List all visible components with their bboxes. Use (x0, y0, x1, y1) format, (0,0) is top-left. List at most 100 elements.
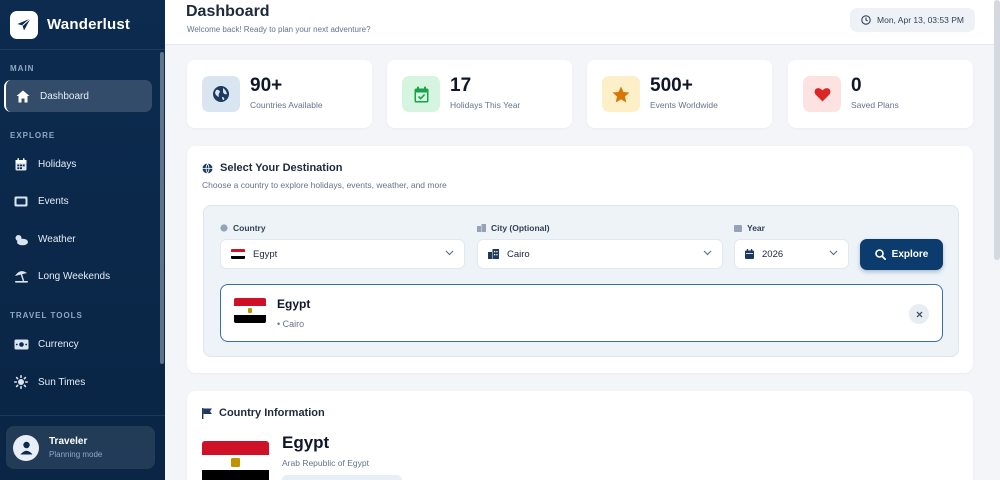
year-select[interactable]: 2026 (734, 239, 849, 269)
destination-title: Select Your Destination (202, 162, 342, 174)
destination-subtitle: Choose a country to explore holidays, ev… (202, 180, 447, 190)
sidebar-item-label: Long Weekends (38, 270, 111, 282)
cloud-sun-icon (13, 233, 29, 246)
stat-label: Saved Plans (851, 100, 899, 110)
destination-filter-panel: Country Egypt City (Optional) Cairo Year… (203, 205, 959, 357)
star-icon (602, 76, 640, 112)
sidebar-item-weather[interactable]: Weather (4, 223, 152, 255)
calendar-check-icon (402, 76, 440, 112)
city-label: City (Optional) (477, 223, 550, 233)
country-label-text: Country (233, 223, 266, 233)
search-icon (874, 249, 886, 260)
page-title: Dashboard (186, 3, 270, 20)
sun-icon (13, 375, 29, 389)
money-icon (13, 339, 29, 350)
year-label-text: Year (747, 223, 765, 233)
clear-selection-button[interactable] (909, 304, 929, 324)
chevron-down-icon (703, 250, 712, 256)
datetime-badge: Mon, Apr 13, 03:53 PM (850, 8, 975, 32)
globe-icon (202, 162, 213, 174)
sidebar-item-sun-times[interactable]: Sun Times (4, 366, 152, 398)
sidebar-scrollbar[interactable] (160, 52, 164, 364)
sidebar-item-long-weekends[interactable]: Long Weekends (4, 260, 152, 292)
city-select-value: Cairo (507, 248, 530, 260)
ticket-icon (13, 196, 29, 207)
city-icon (477, 224, 486, 232)
egypt-flag-icon (231, 249, 245, 259)
stat-value: 500+ (650, 75, 693, 96)
country-official-name: Arab Republic of Egypt (282, 458, 369, 468)
clock-icon (861, 15, 871, 25)
datetime-text: Mon, Apr 13, 03:53 PM (877, 15, 964, 25)
country-region-badge (282, 475, 402, 480)
city-select[interactable]: Cairo (477, 239, 723, 269)
country-name: Egypt (282, 433, 330, 452)
sidebar-item-dashboard[interactable]: Dashboard (4, 80, 152, 112)
close-icon (916, 311, 922, 317)
main-content: Dashboard Welcome back! Ready to plan yo… (165, 0, 1000, 480)
stat-card-saved-plans: 0 Saved Plans (788, 60, 973, 128)
top-bar: Dashboard Welcome back! Ready to plan yo… (165, 0, 1000, 45)
country-info-card: Country Information Egypt Arab Republic … (187, 391, 973, 480)
flag-icon (202, 407, 212, 419)
sidebar-item-label: Events (38, 195, 69, 207)
calendar-icon (734, 224, 742, 232)
home-icon (15, 90, 31, 103)
sidebar: Wanderlust MAIN Dashboard EXPLORE Holida… (0, 0, 165, 480)
section-label-main: MAIN (10, 64, 35, 73)
year-label: Year (734, 223, 765, 233)
destination-card: Select Your Destination Choose a country… (187, 146, 973, 373)
stat-label: Holidays This Year (450, 100, 521, 110)
stat-card-events: 500+ Events Worldwide (587, 60, 772, 128)
stat-value: 0 (851, 75, 862, 96)
chevron-down-icon (445, 250, 454, 256)
stat-card-holidays: 17 Holidays This Year (387, 60, 572, 128)
user-icon (20, 441, 32, 454)
explore-button[interactable]: Explore (860, 239, 943, 270)
stat-value: 90+ (250, 75, 283, 96)
globe-icon (220, 224, 228, 232)
selected-destination-card[interactable]: Egypt • Cairo (220, 284, 943, 342)
explore-button-label: Explore (891, 249, 929, 260)
umbrella-beach-icon (13, 270, 29, 283)
avatar (13, 434, 39, 461)
sidebar-item-currency[interactable]: Currency (4, 328, 152, 360)
country-select-value: Egypt (253, 248, 278, 260)
user-mode: Planning mode (49, 450, 103, 459)
sidebar-item-holidays[interactable]: Holidays (4, 148, 152, 180)
paper-plane-icon (10, 10, 38, 39)
sidebar-item-label: Dashboard (40, 90, 89, 102)
selected-country-name: Egypt (277, 297, 311, 311)
sidebar-item-events[interactable]: Events (4, 185, 152, 217)
destination-title-text: Select Your Destination (220, 162, 343, 174)
stat-label: Countries Available (250, 100, 323, 110)
egypt-flag-icon (234, 298, 266, 323)
section-label-travel-tools: TRAVEL TOOLS (10, 311, 83, 320)
sidebar-item-label: Weather (38, 233, 76, 245)
app-name: Wanderlust (47, 16, 131, 33)
country-select[interactable]: Egypt (220, 239, 465, 269)
stat-value: 17 (450, 75, 472, 96)
sidebar-divider (0, 415, 165, 416)
page-subtitle: Welcome back! Ready to plan your next ad… (187, 25, 371, 34)
sidebar-nav: MAIN Dashboard EXPLORE Holidays Events W (0, 50, 165, 415)
calendar-icon (745, 249, 754, 259)
year-select-value: 2026 (762, 248, 784, 260)
stat-label: Events Worldwide (650, 100, 718, 110)
city-icon (488, 249, 499, 259)
main-scrollbar[interactable] (994, 0, 1000, 260)
sidebar-item-label: Sun Times (38, 376, 86, 388)
selected-city: • Cairo (277, 319, 305, 329)
sidebar-item-label: Holidays (38, 158, 77, 170)
section-label-explore: EXPLORE (10, 131, 56, 140)
country-info-title-text: Country Information (219, 407, 325, 419)
city-label-text: City (Optional) (491, 223, 550, 233)
sidebar-item-label: Currency (38, 338, 79, 350)
chevron-down-icon (829, 250, 838, 256)
country-info-title: Country Information (202, 407, 325, 419)
globe-icon (202, 76, 240, 112)
heart-icon (803, 76, 841, 112)
user-card[interactable]: Traveler Planning mode (6, 426, 155, 469)
user-name: Traveler (49, 436, 88, 447)
brand[interactable]: Wanderlust (0, 0, 165, 50)
